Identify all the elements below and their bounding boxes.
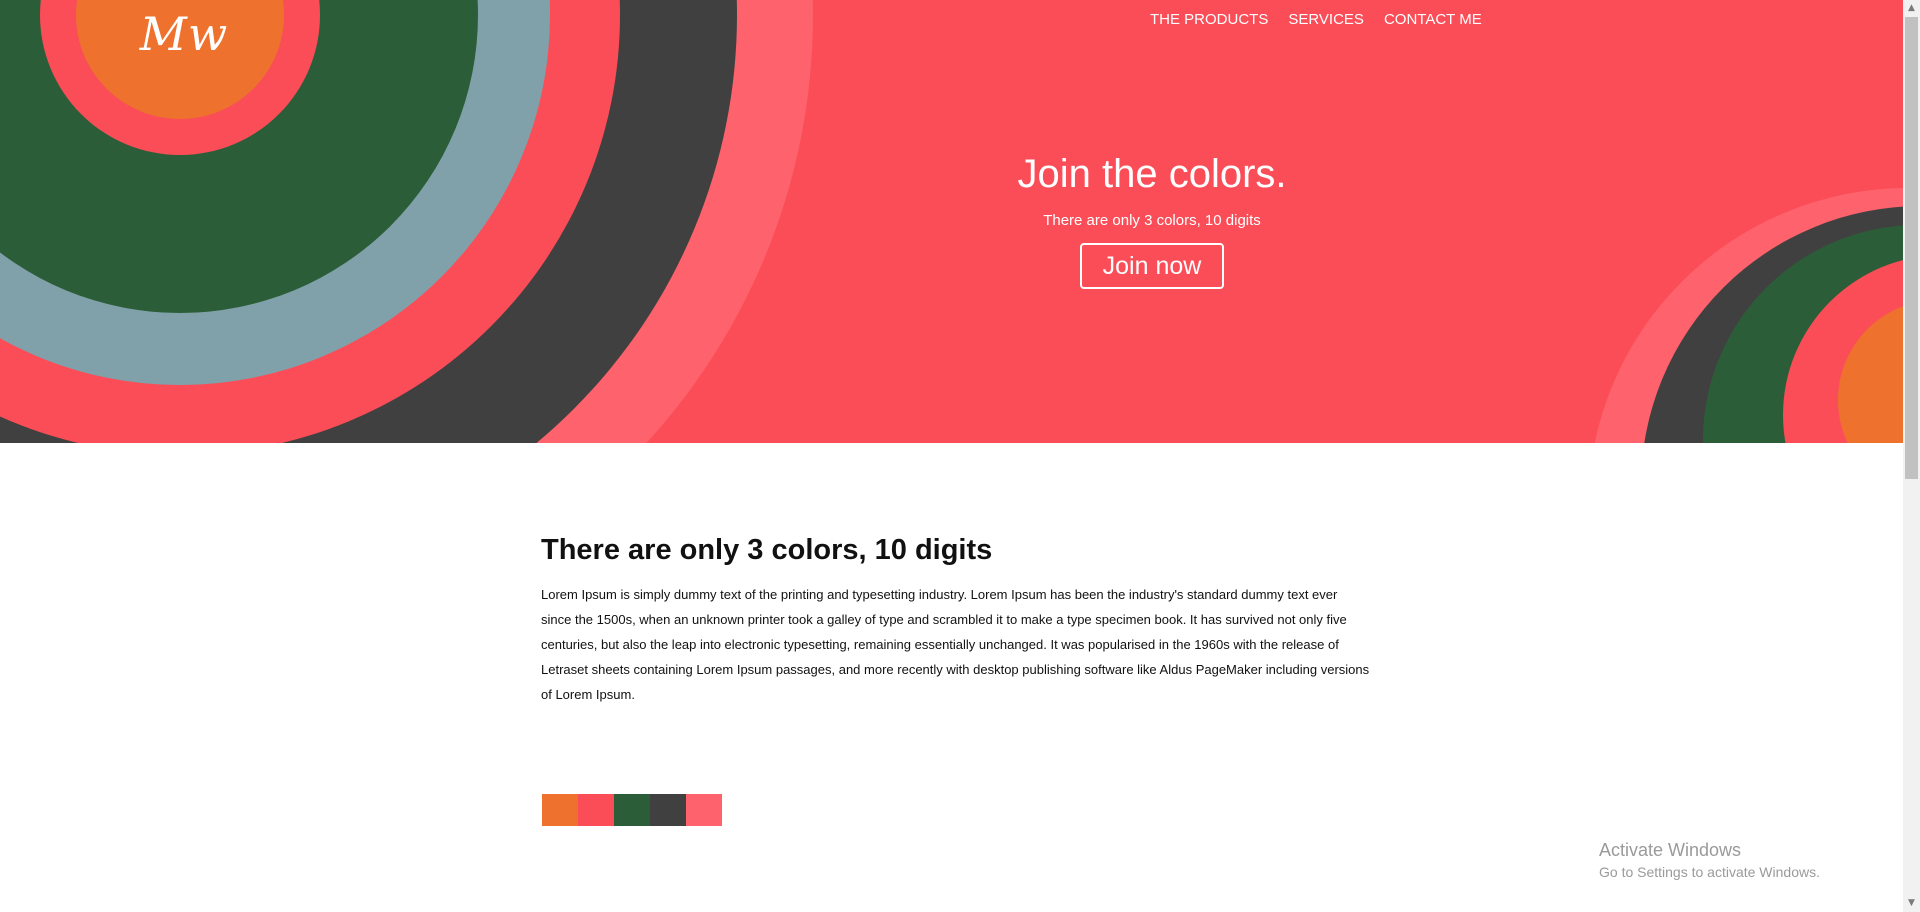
swatch-dark: [650, 794, 686, 826]
windows-activation-watermark: Activate Windows Go to Settings to activ…: [1599, 838, 1820, 882]
hero-subtitle: There are only 3 colors, 10 digits: [1043, 212, 1261, 229]
nav-link-the-products[interactable]: THE PRODUCTS: [1150, 9, 1268, 31]
scrollbar-thumb[interactable]: [1905, 17, 1918, 479]
watermark-title: Activate Windows: [1599, 840, 1742, 860]
section-body-text: Lorem Ipsum is simply dummy text of the …: [541, 587, 1370, 702]
vertical-scrollbar[interactable]: ▲ ▼: [1903, 0, 1920, 912]
intro-section: There are only 3 colors, 10 digits Lorem…: [541, 530, 1371, 707]
nav-link-contact-me[interactable]: CONTACT ME: [1384, 9, 1482, 31]
swatch-red: [578, 794, 614, 826]
hero-content: Join the colors. There are only 3 colors…: [930, 145, 1374, 289]
color-swatches: [542, 794, 722, 826]
top-navigation: THE PRODUCTS SERVICES CONTACT ME: [1150, 9, 1482, 31]
scroll-down-icon[interactable]: ▼: [1903, 895, 1920, 912]
scroll-up-icon[interactable]: ▲: [1903, 0, 1920, 17]
hero-title: Join the colors.: [1017, 152, 1287, 196]
page: Mw THE PRODUCTS SERVICES CONTACT ME Join…: [0, 0, 1920, 912]
site-logo[interactable]: Mw: [128, 6, 240, 62]
join-now-button[interactable]: Join now: [1080, 243, 1224, 289]
watermark-subtitle: Go to Settings to activate Windows.: [1599, 864, 1820, 880]
swatch-green: [614, 794, 650, 826]
hero-section: Mw THE PRODUCTS SERVICES CONTACT ME Join…: [0, 0, 1903, 443]
nav-link-services[interactable]: SERVICES: [1288, 9, 1364, 31]
swatch-orange: [542, 794, 578, 826]
swatch-pink: [686, 794, 722, 826]
section-title: There are only 3 colors, 10 digits: [541, 534, 993, 566]
